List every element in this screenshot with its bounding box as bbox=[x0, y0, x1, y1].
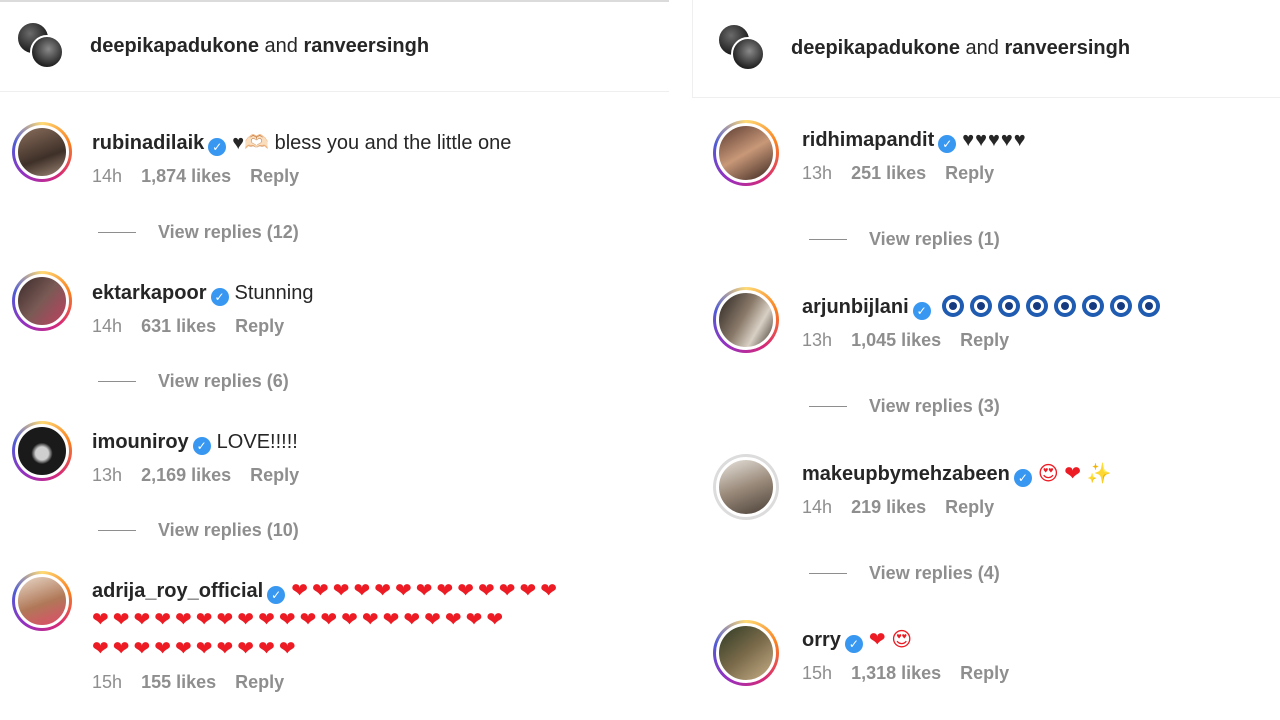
evil-eye-icon bbox=[1082, 295, 1105, 317]
comment-avatar[interactable] bbox=[12, 122, 72, 182]
view-replies-button[interactable]: View replies (4) bbox=[809, 563, 1000, 584]
comment-time: 14h bbox=[92, 166, 123, 186]
evil-eye-icon bbox=[1110, 295, 1133, 317]
evil-eye-icon bbox=[998, 295, 1021, 317]
comment-username[interactable]: adrija_roy_official bbox=[92, 580, 263, 602]
comment-username[interactable]: rubinadilaik bbox=[92, 132, 204, 154]
comment-avatar[interactable] bbox=[12, 571, 72, 631]
comment-text: 😍 ❤ ✨ bbox=[1037, 463, 1112, 485]
collab-avatars[interactable] bbox=[16, 20, 68, 73]
reply-button[interactable]: Reply bbox=[945, 497, 994, 517]
likes-count[interactable]: 631 likes bbox=[141, 316, 216, 336]
comment-text: ♥🫶🏻 bless you and the little one bbox=[232, 132, 512, 154]
verified-badge-icon: ✓ bbox=[844, 635, 863, 653]
avatar[interactable] bbox=[30, 34, 64, 69]
comment-text bbox=[942, 295, 1166, 318]
view-replies-button[interactable]: View replies (1) bbox=[809, 229, 1000, 250]
comment-text: ❤❤❤❤❤❤❤❤❤❤❤❤❤❤❤❤❤❤❤❤ bbox=[92, 609, 508, 631]
username-link[interactable]: ranveersingh bbox=[303, 35, 429, 57]
comment-time: 15h bbox=[92, 672, 123, 692]
panel-divider bbox=[669, 0, 692, 720]
collab-usernames: deepikapadukone and ranveersingh bbox=[90, 35, 430, 57]
reply-button[interactable]: Reply bbox=[250, 166, 299, 186]
reply-button[interactable]: Reply bbox=[235, 316, 284, 336]
likes-count[interactable]: 1,874 likes bbox=[141, 166, 231, 186]
evil-eye-icon bbox=[1026, 295, 1049, 317]
username-link[interactable]: ranveersingh bbox=[1004, 37, 1130, 59]
verified-badge-icon: ✓ bbox=[267, 586, 286, 604]
view-replies-button[interactable]: View replies (3) bbox=[809, 396, 1000, 417]
comment-text: ❤❤❤❤❤❤❤❤❤❤ bbox=[92, 638, 300, 660]
view-replies-button[interactable]: View replies (6) bbox=[98, 371, 289, 392]
divider bbox=[809, 239, 847, 240]
evil-eye-icon bbox=[942, 295, 965, 317]
likes-count[interactable]: 2,169 likes bbox=[141, 465, 231, 485]
verified-badge-icon: ✓ bbox=[192, 437, 211, 455]
comment-text: ♥♥♥♥♥ bbox=[962, 129, 1027, 151]
divider bbox=[98, 530, 136, 531]
verified-badge-icon: ✓ bbox=[912, 302, 931, 320]
view-replies-button[interactable]: View replies (10) bbox=[98, 520, 299, 541]
comment-time: 15h bbox=[802, 663, 833, 683]
evil-eye-icon bbox=[970, 295, 993, 317]
reply-button[interactable]: Reply bbox=[235, 672, 284, 692]
comment-avatar[interactable] bbox=[713, 620, 779, 686]
verified-badge-icon: ✓ bbox=[208, 138, 227, 156]
verified-badge-icon: ✓ bbox=[210, 288, 229, 306]
likes-count[interactable]: 1,045 likes bbox=[851, 330, 941, 350]
reply-button[interactable]: Reply bbox=[250, 465, 299, 485]
comment-avatar[interactable] bbox=[713, 454, 779, 520]
username-link[interactable]: deepikapadukone bbox=[791, 37, 960, 59]
comment-avatar[interactable] bbox=[713, 287, 779, 353]
comment-avatar[interactable] bbox=[12, 271, 72, 331]
comment-time: 13h bbox=[802, 330, 833, 350]
comment-username[interactable]: arjunbijlani bbox=[802, 296, 909, 318]
avatar[interactable] bbox=[731, 36, 765, 71]
divider bbox=[98, 232, 136, 233]
comment-avatar[interactable] bbox=[12, 421, 72, 481]
username-link[interactable]: deepikapadukone bbox=[90, 35, 259, 57]
collab-avatars[interactable] bbox=[717, 22, 769, 75]
verified-badge-icon: ✓ bbox=[1013, 469, 1032, 487]
comment-text: LOVE!!!!! bbox=[216, 431, 298, 453]
collab-usernames: deepikapadukone and ranveersingh bbox=[791, 37, 1131, 59]
comment-username[interactable]: orry bbox=[802, 629, 841, 651]
comment-text: ❤ 😍 bbox=[868, 629, 913, 651]
comment-time: 14h bbox=[802, 497, 833, 517]
reply-button[interactable]: Reply bbox=[960, 330, 1009, 350]
comment-username[interactable]: makeupbymehzabeen bbox=[802, 463, 1010, 485]
likes-count[interactable]: 1,318 likes bbox=[851, 663, 941, 683]
likes-count[interactable]: 155 likes bbox=[141, 672, 216, 692]
comment-text: ❤❤❤❤❤❤❤❤❤❤❤❤❤ bbox=[291, 580, 562, 602]
left-comments-panel: deepikapadukone and ranveersingh rubinad… bbox=[0, 0, 669, 720]
post-header: deepikapadukone and ranveersingh bbox=[0, 0, 669, 92]
comment-username[interactable]: ridhimapandit bbox=[802, 129, 934, 151]
comment-text: Stunning bbox=[234, 282, 314, 304]
comment-avatar[interactable] bbox=[713, 120, 779, 186]
view-replies-button[interactable]: View replies (12) bbox=[98, 222, 299, 243]
comment-time: 13h bbox=[802, 163, 833, 183]
evil-eye-icon bbox=[1138, 295, 1161, 317]
divider bbox=[809, 406, 847, 407]
comment-username[interactable]: ektarkapoor bbox=[92, 282, 207, 304]
comment-time: 14h bbox=[92, 316, 123, 336]
reply-button[interactable]: Reply bbox=[945, 163, 994, 183]
likes-count[interactable]: 219 likes bbox=[851, 497, 926, 517]
divider bbox=[98, 381, 136, 382]
post-header: deepikapadukone and ranveersingh bbox=[692, 0, 1280, 98]
evil-eye-icon bbox=[1054, 295, 1077, 317]
comment-username[interactable]: imouniroy bbox=[92, 431, 189, 453]
reply-button[interactable]: Reply bbox=[960, 663, 1009, 683]
likes-count[interactable]: 251 likes bbox=[851, 163, 926, 183]
comment-time: 13h bbox=[92, 465, 123, 485]
verified-badge-icon: ✓ bbox=[938, 135, 957, 153]
right-comments-panel: deepikapadukone and ranveersingh ridhima… bbox=[692, 0, 1280, 720]
divider bbox=[809, 573, 847, 574]
